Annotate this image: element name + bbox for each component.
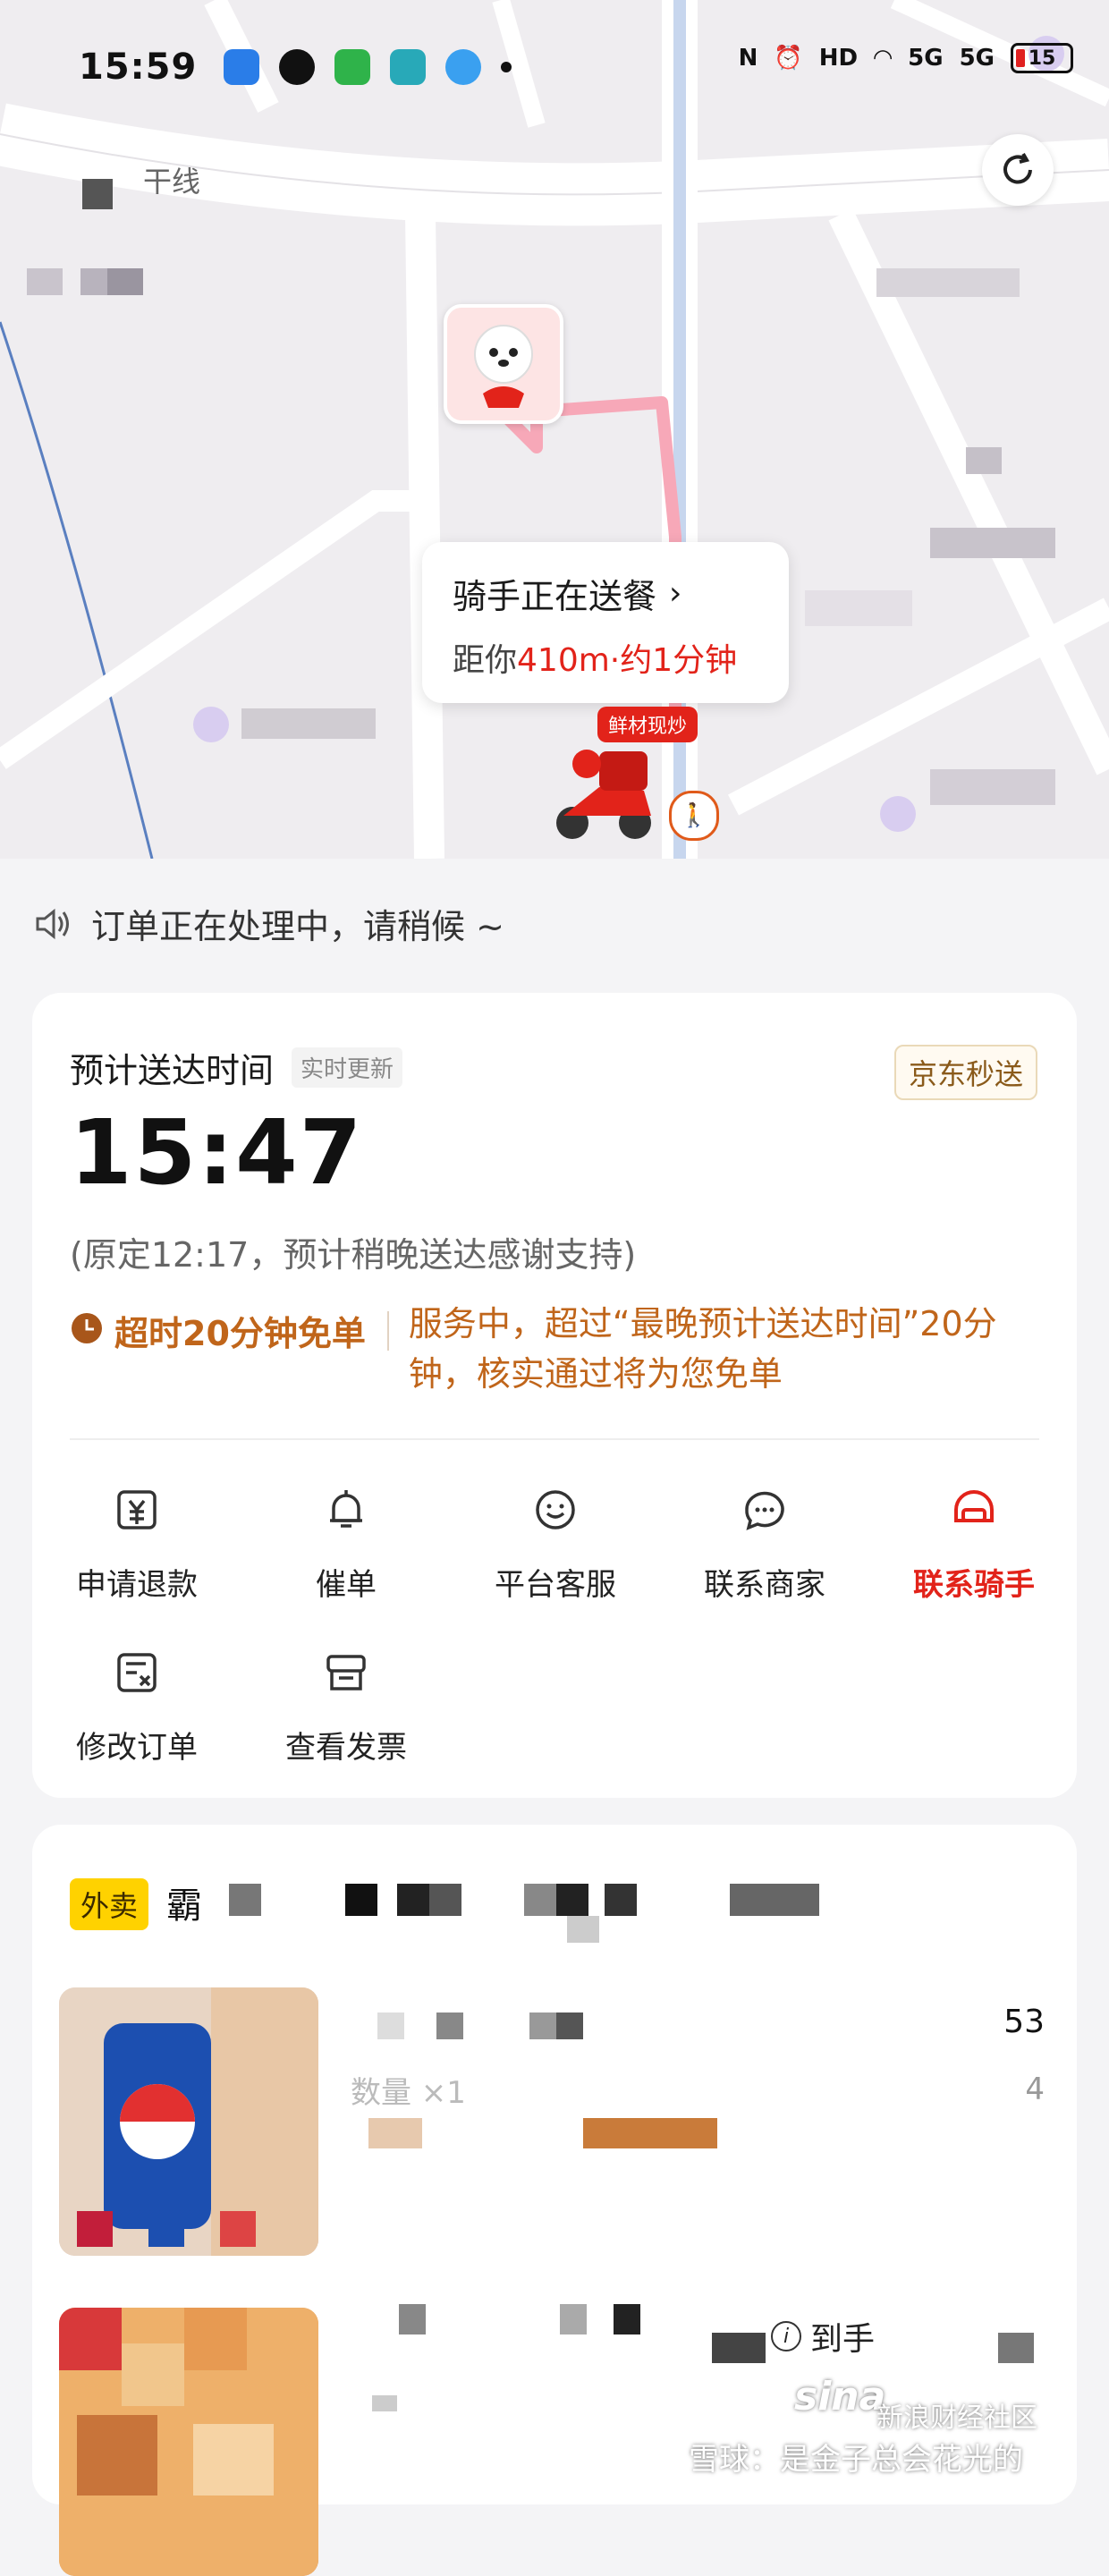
map-road-label: 干线 <box>143 165 201 199</box>
status-bar: 15:59 N ⏰ HD ◠ 5G 5G 15 <box>0 0 1109 134</box>
refresh-icon <box>1003 153 1032 184</box>
bell-icon <box>330 1490 362 1528</box>
urge-order-label: 催单 <box>316 1567 377 1603</box>
divider <box>70 1438 1039 1440</box>
delivery-map[interactable]: 15:59 N ⏰ HD ◠ 5G 5G 15 干线 骑手正在送餐 › 距你41… <box>0 0 1109 859</box>
walker-icon: 🚶 <box>669 791 719 841</box>
item-price: 53 <box>1003 2004 1045 2040</box>
urge-order-button[interactable]: 催单 <box>241 1476 451 1610</box>
battery-icon: 15 <box>1011 43 1073 73</box>
item-image[interactable] <box>59 1987 318 2256</box>
watermark-community: 新浪财经社区 <box>876 2402 1037 2434</box>
signal-5g-label: 5G <box>908 45 944 72</box>
cola-can-image <box>59 1987 318 2256</box>
app-notification-icon <box>445 49 482 85</box>
final-price: i 到手 <box>771 2313 875 2360</box>
order-notice: 订单正在处理中，请稍候 ~ <box>34 899 504 948</box>
service-icon <box>536 1490 575 1530</box>
item-quantity: 数量 ×1 <box>351 2075 466 2111</box>
app-notification-icon <box>390 49 427 85</box>
notification-icons <box>224 49 512 85</box>
eta-header: 预计送达时间 实时更新 <box>70 1043 403 1092</box>
destination-mascot-marker <box>444 304 563 424</box>
food-image <box>59 2308 318 2576</box>
merchant-chat-icon <box>745 1491 784 1530</box>
platform-service-label: 平台客服 <box>495 1567 616 1603</box>
wifi-icon: ◠ <box>874 45 893 72</box>
battery-level: 15 <box>1028 47 1056 70</box>
contact-merchant-button[interactable]: 联系商家 <box>660 1476 869 1610</box>
refund-icon <box>117 1490 157 1530</box>
signal-5g-label: 5G <box>959 45 995 72</box>
status-indicators: N ⏰ HD ◠ 5G 5G 15 <box>739 43 1073 73</box>
refund-label: 申请退款 <box>76 1567 198 1603</box>
alarm-icon: ⏰ <box>774 45 803 72</box>
rider-status-title: 骑手正在送餐 › <box>453 569 758 618</box>
eta-label: 预计送达时间 <box>70 1051 275 1090</box>
edit-order-icon <box>117 1653 157 1692</box>
timeout-promise: 超时20分钟免单 服务中，超过“最晚预计送达时间”20分钟，核实通过将为您免单 <box>70 1304 1045 1399</box>
chevron-right-icon: › <box>669 575 682 612</box>
hd-label: HD <box>818 45 859 72</box>
promise-left-text: 超时20分钟免单 <box>114 1314 366 1353</box>
eta-note: (原定12:17，预计稍晚送达感谢支持) <box>70 1235 637 1275</box>
rider-status-card[interactable]: 骑手正在送餐 › 距你410m·约1分钟 <box>422 542 789 703</box>
promise-divider <box>386 1311 389 1351</box>
modify-order-button[interactable]: 修改订单 <box>32 1639 241 1773</box>
realtime-chip: 实时更新 <box>292 1047 403 1088</box>
promise-detail: 服务中，超过“最晚预计送达时间”20分钟，核实通过将为您免单 <box>408 1304 997 1394</box>
modify-order-label: 修改订单 <box>76 1730 198 1766</box>
rider-helmet-icon <box>954 1490 994 1522</box>
invoice-icon <box>326 1655 366 1690</box>
rider-distance: 距你410m·约1分钟 <box>453 634 758 681</box>
status-time: 15:59 <box>79 47 198 88</box>
redacted-shop-name <box>229 1884 819 1943</box>
shop-name[interactable]: 霸 <box>166 1877 202 1928</box>
delivery-info-card: 预计送达时间 实时更新 京东秒送 15:47 (原定12:17，预计稍晚送达感谢… <box>32 993 1077 1798</box>
distance-value: 410m·约1分钟 <box>517 642 738 679</box>
eta-time: 15:47 <box>70 1100 364 1205</box>
view-invoice-label: 查看发票 <box>285 1730 407 1766</box>
clock-icon <box>72 1313 102 1343</box>
app-notification-icon <box>224 49 260 85</box>
platform-service-button[interactable]: 平台客服 <box>451 1476 660 1610</box>
refund-button[interactable]: 申请退款 <box>32 1476 241 1610</box>
refresh-button[interactable] <box>982 134 1054 206</box>
contact-merchant-label: 联系商家 <box>704 1567 825 1603</box>
notice-text: 订单正在处理中，请稍候 ~ <box>91 907 504 946</box>
info-icon[interactable]: i <box>771 2321 801 2351</box>
rider-scooter-icon <box>556 750 651 839</box>
brand-tag: 京东秒送 <box>893 1045 1037 1100</box>
view-invoice-button[interactable]: 查看发票 <box>241 1639 451 1773</box>
message-icon <box>334 49 371 85</box>
distance-prefix: 距你 <box>453 642 518 679</box>
mascot-icon <box>474 325 533 408</box>
takeout-tag: 外卖 <box>70 1878 149 1930</box>
watermark-user: 雪球：是金子总会花光的 <box>689 2442 1023 2478</box>
item-image[interactable] <box>59 2308 318 2576</box>
wechat-icon <box>279 49 316 85</box>
item-original-price: 4 <box>1025 2072 1045 2107</box>
speaker-icon <box>36 908 69 939</box>
contact-rider-label: 联系骑手 <box>913 1567 1035 1603</box>
final-price-label: 到手 <box>810 2321 876 2358</box>
contact-rider-button[interactable]: 联系骑手 <box>869 1476 1079 1610</box>
rider-status-text: 骑手正在送餐 <box>453 577 657 616</box>
more-dot-icon <box>501 62 512 72</box>
nfc-icon: N <box>738 45 758 72</box>
sina-logo: sina <box>794 2374 886 2419</box>
promise-title: 超时20分钟免单 <box>70 1306 366 1399</box>
